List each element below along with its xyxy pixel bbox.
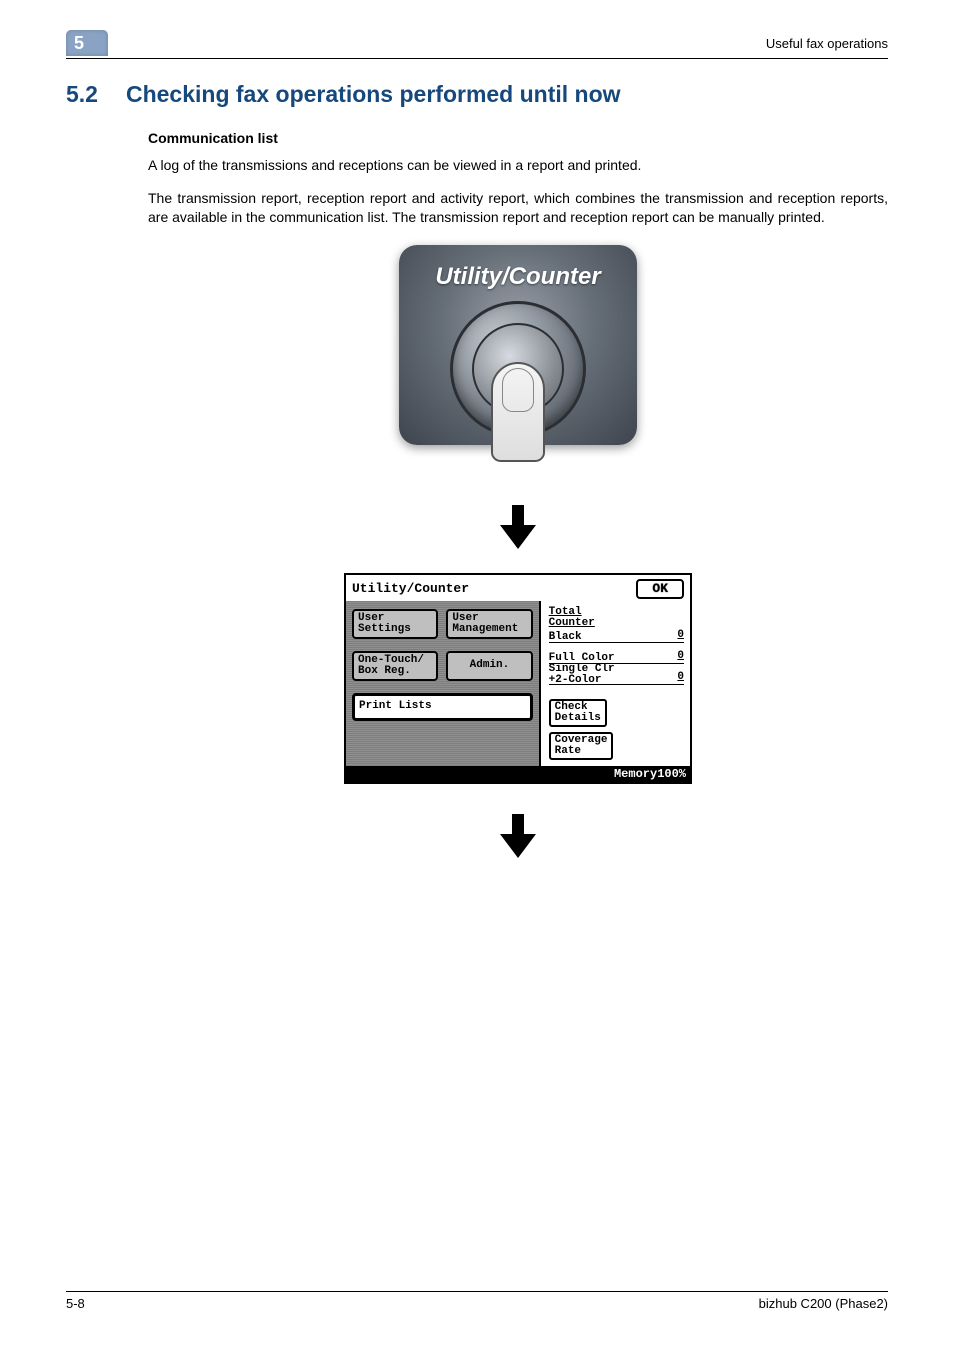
memory-status: Memory100% [346,766,690,782]
section-title: Checking fax operations performed until … [126,81,621,108]
arrow-down-icon [500,814,536,858]
section-heading: 5.2 Checking fax operations performed un… [66,81,888,108]
subheading: Communication list [148,130,888,146]
model-name: bizhub C200 (Phase2) [759,1296,888,1311]
header-rule [66,58,888,59]
page-footer: 5-8 bizhub C200 (Phase2) [66,1291,888,1311]
coverage-rate-button[interactable]: CoverageRate [549,732,614,760]
paragraph-2: The transmission report, reception repor… [148,189,888,227]
counter-single-color-label: Single Clr+2-Color [549,664,684,686]
section-number: 5.2 [66,81,98,108]
admin-button[interactable]: Admin. [446,651,532,681]
check-details-button[interactable]: CheckDetails [549,699,607,727]
utility-counter-button-figure: Utility/Counter [399,245,637,475]
arrow-down-icon [500,505,536,549]
print-lists-button[interactable]: Print Lists [352,693,533,721]
one-touch-box-reg-button[interactable]: One-Touch/ Box Reg. [352,651,438,681]
paragraph-1: A log of the transmissions and reception… [148,156,888,175]
header-label: Useful fax operations [766,36,888,51]
page-number: 5-8 [66,1296,85,1311]
page-header: 5 Useful fax operations [66,30,888,56]
user-management-button[interactable]: User Management [446,609,532,639]
ok-button[interactable]: OK [636,579,684,599]
user-settings-button[interactable]: User Settings [352,609,438,639]
chapter-number-tab: 5 [66,30,108,56]
utility-counter-label: Utility/Counter [435,263,600,291]
pressing-finger-icon [491,362,545,462]
utility-counter-outer-ring [450,301,586,437]
lcd-screen: Utility/Counter OK User Settings User Ma… [344,573,692,784]
lcd-title: Utility/Counter [352,581,469,596]
total-counter-heading: TotalCounter [549,607,684,630]
counter-black-label: Black [549,632,684,643]
